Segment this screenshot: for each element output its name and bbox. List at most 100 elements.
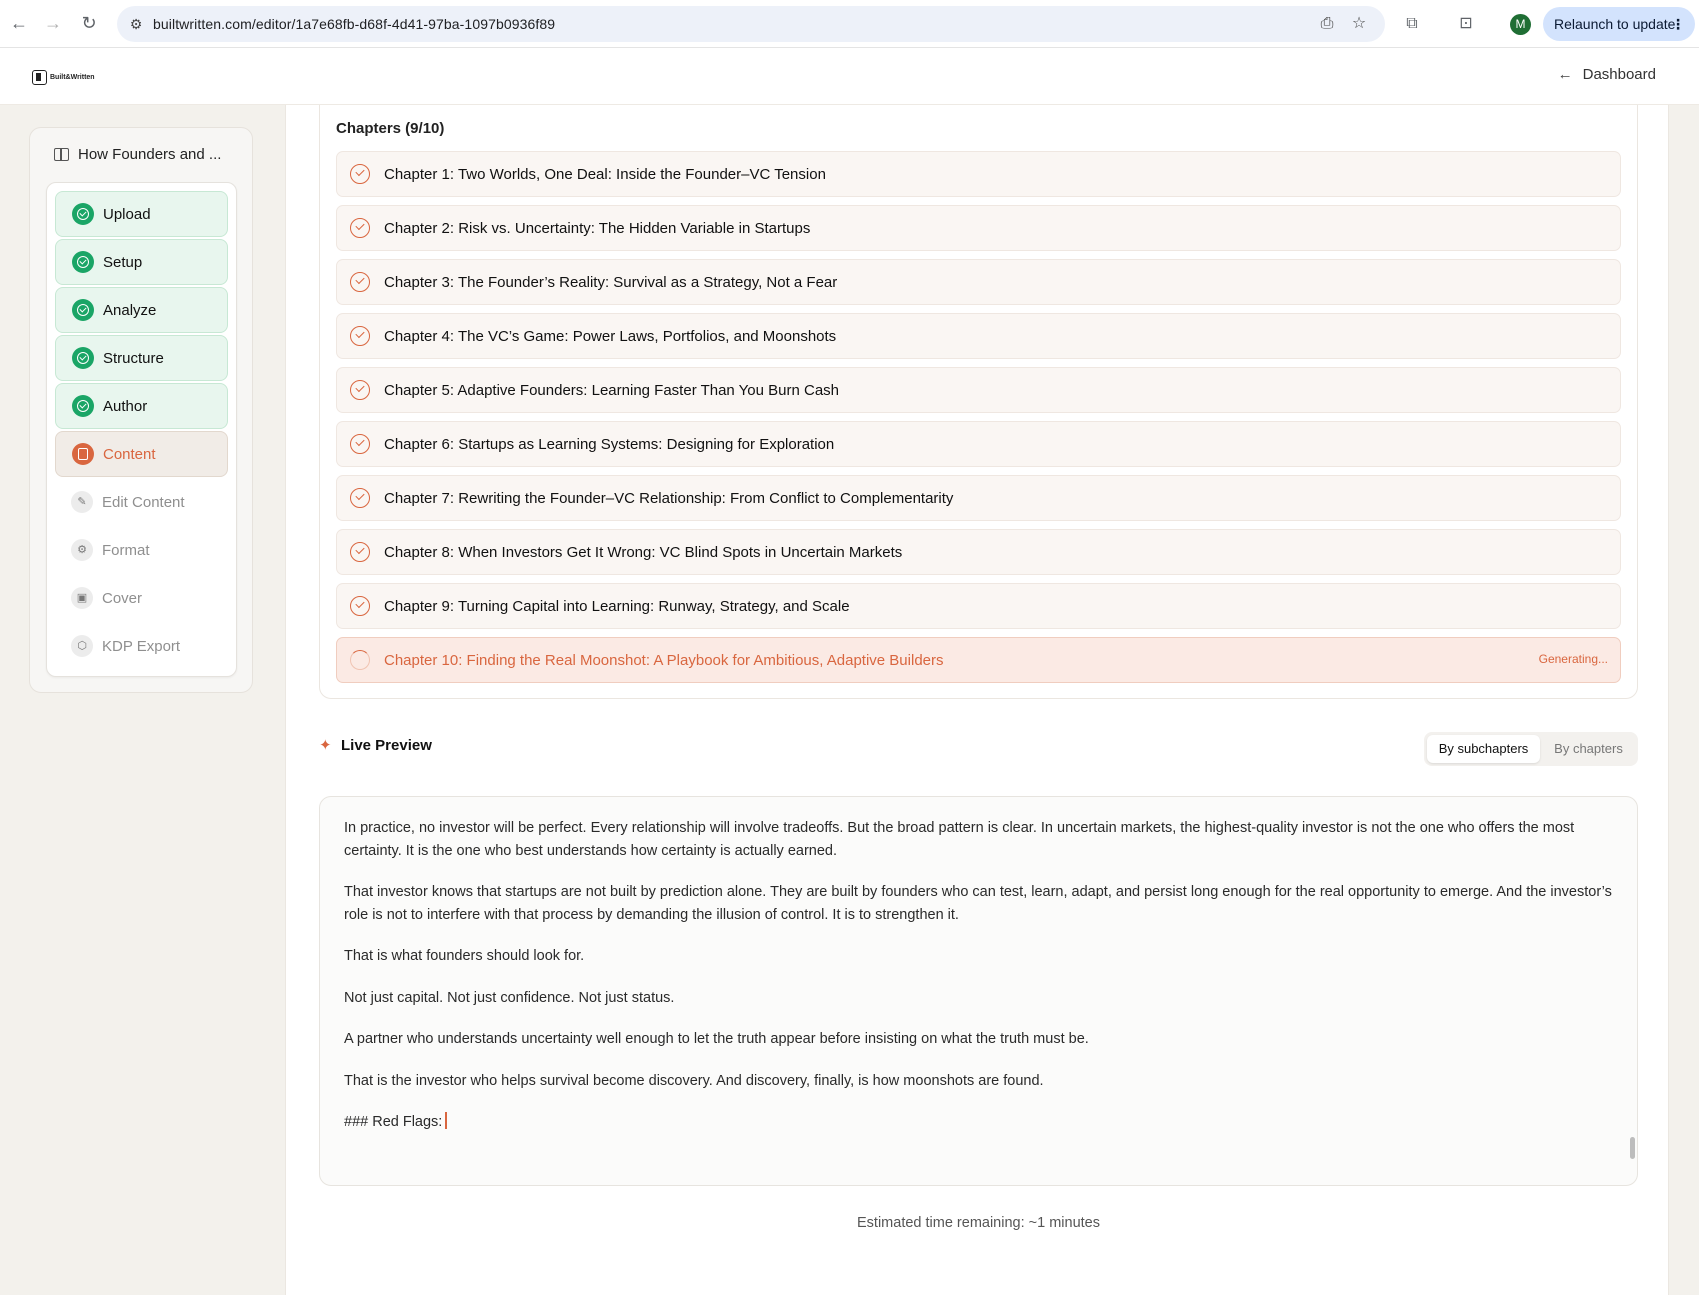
step-format[interactable]: ⚙ Format bbox=[55, 527, 228, 573]
preview-mode-toggle: By subchapters By chapters bbox=[1424, 732, 1638, 766]
chapter-label: Chapter 1: Two Worlds, One Deal: Inside … bbox=[384, 165, 826, 183]
dashboard-label: Dashboard bbox=[1582, 66, 1656, 83]
check-circle-icon bbox=[350, 164, 370, 184]
arrow-left-icon: ← bbox=[1557, 66, 1573, 83]
chapter-label: Chapter 2: Risk vs. Uncertainty: The Hid… bbox=[384, 219, 811, 237]
url-text[interactable]: builtwritten.com/editor/1a7e68fb-d68f-4d… bbox=[153, 16, 555, 32]
preview-heading-text: ### Red Flags: bbox=[344, 1114, 443, 1130]
check-circle-icon bbox=[72, 395, 94, 417]
browser-toolbar: ← → ↻ ⚙ builtwritten.com/editor/1a7e68fb… bbox=[0, 0, 1699, 48]
chapter-label: Chapter 4: The VC’s Game: Power Laws, Po… bbox=[384, 327, 837, 345]
bookmark-star-icon[interactable]: ☆ bbox=[1350, 15, 1368, 33]
step-edit-content[interactable]: ✎ Edit Content bbox=[55, 479, 228, 525]
app-logo[interactable]: Built&Written bbox=[32, 68, 95, 86]
check-circle-icon bbox=[350, 596, 370, 616]
check-circle-icon bbox=[350, 434, 370, 454]
package-icon: ⬡ bbox=[71, 635, 93, 657]
chapter-item[interactable]: Chapter 8: When Investors Get It Wrong: … bbox=[336, 529, 1621, 575]
menu-dots-icon[interactable]: ⋮ bbox=[1671, 7, 1685, 41]
check-circle-icon bbox=[350, 488, 370, 508]
step-upload[interactable]: Upload bbox=[55, 191, 228, 237]
sidebar: How Founders and ... Upload Setup Analyz… bbox=[29, 127, 253, 693]
tab-search-icon[interactable]: ⊡ bbox=[1455, 13, 1477, 35]
book-title: How Founders and ... bbox=[54, 146, 221, 163]
live-preview-title: Live Preview bbox=[341, 737, 432, 754]
check-circle-icon bbox=[72, 299, 94, 321]
step-kdp-export[interactable]: ⬡ KDP Export bbox=[55, 623, 228, 669]
step-structure[interactable]: Structure bbox=[55, 335, 228, 381]
relaunch-label: Relaunch to update bbox=[1554, 16, 1676, 32]
live-preview-heading: ✦ Live Preview bbox=[319, 737, 432, 754]
step-label: Analyze bbox=[103, 301, 157, 319]
preview-paragraph: Not just capital. Not just confidence. N… bbox=[344, 989, 675, 1006]
preview-paragraph: In practice, no investor will be perfect… bbox=[344, 820, 1575, 859]
site-settings-icon[interactable]: ⚙ bbox=[127, 15, 145, 33]
chapter-label: Chapter 5: Adaptive Founders: Learning F… bbox=[384, 381, 840, 399]
chapter-item-generating[interactable]: Chapter 10: Finding the Real Moonshot: A… bbox=[336, 637, 1621, 683]
step-label: Cover bbox=[102, 589, 143, 607]
step-analyze[interactable]: Analyze bbox=[55, 287, 228, 333]
chapter-label: Chapter 8: When Investors Get It Wrong: … bbox=[384, 543, 903, 561]
preview-paragraph: That is the investor who helps survival … bbox=[344, 1072, 1044, 1089]
sparkles-icon: ✦ bbox=[319, 737, 332, 754]
step-content[interactable]: Content bbox=[55, 431, 228, 477]
chapter-item[interactable]: Chapter 7: Rewriting the Founder–VC Rela… bbox=[336, 475, 1621, 521]
preview-paragraph: That is what founders should look for. bbox=[344, 948, 585, 964]
step-label: Format bbox=[102, 541, 150, 559]
check-circle-icon bbox=[72, 347, 94, 369]
chapter-item[interactable]: Chapter 5: Adaptive Founders: Learning F… bbox=[336, 367, 1621, 413]
check-circle-icon bbox=[350, 542, 370, 562]
extensions-icon[interactable]: ⧉ bbox=[1401, 13, 1423, 35]
install-icon[interactable]: ⎙ bbox=[1318, 15, 1336, 33]
typing-cursor bbox=[445, 1112, 448, 1129]
scrollbar-thumb[interactable] bbox=[1630, 1137, 1635, 1159]
chapter-label: Chapter 10: Finding the Real Moonshot: A… bbox=[384, 651, 944, 669]
chapter-item[interactable]: Chapter 6: Startups as Learning Systems:… bbox=[336, 421, 1621, 467]
dashboard-link[interactable]: ← Dashboard bbox=[1558, 66, 1656, 83]
chapter-label: Chapter 6: Startups as Learning Systems:… bbox=[384, 435, 835, 453]
step-cover[interactable]: ▣ Cover bbox=[55, 575, 228, 621]
forward-icon[interactable]: → bbox=[42, 12, 64, 34]
reload-icon[interactable]: ↻ bbox=[78, 12, 100, 34]
step-label: Structure bbox=[103, 349, 164, 367]
chapter-item[interactable]: Chapter 3: The Founder’s Reality: Surviv… bbox=[336, 259, 1621, 305]
profile-avatar[interactable]: M bbox=[1510, 14, 1531, 35]
edit-document-icon: ✎ bbox=[71, 491, 93, 513]
check-circle-icon bbox=[350, 218, 370, 238]
chapter-item[interactable]: Chapter 4: The VC’s Game: Power Laws, Po… bbox=[336, 313, 1621, 359]
step-setup[interactable]: Setup bbox=[55, 239, 228, 285]
address-bar[interactable]: ⚙ builtwritten.com/editor/1a7e68fb-d68f-… bbox=[117, 6, 1385, 42]
chapter-label: Chapter 9: Turning Capital into Learning… bbox=[384, 597, 850, 615]
step-label: Upload bbox=[103, 205, 151, 223]
chapter-label: Chapter 7: Rewriting the Founder–VC Rela… bbox=[384, 489, 954, 507]
book-icon bbox=[54, 148, 69, 161]
chapter-item[interactable]: Chapter 2: Risk vs. Uncertainty: The Hid… bbox=[336, 205, 1621, 251]
step-label: Setup bbox=[103, 253, 143, 271]
live-preview-content[interactable]: In practice, no investor will be perfect… bbox=[319, 796, 1638, 1186]
step-label: KDP Export bbox=[102, 637, 181, 655]
workflow-steps: Upload Setup Analyze Structure Author Co… bbox=[46, 182, 237, 677]
document-icon bbox=[72, 443, 94, 465]
gear-icon: ⚙ bbox=[71, 539, 93, 561]
chapter-item[interactable]: Chapter 9: Turning Capital into Learning… bbox=[336, 583, 1621, 629]
preview-paragraph: A partner who understands uncertainty we… bbox=[344, 1031, 1089, 1047]
preview-paragraph: That investor knows that startups are no… bbox=[344, 884, 1612, 923]
check-circle-icon bbox=[350, 380, 370, 400]
chapter-item[interactable]: Chapter 1: Two Worlds, One Deal: Inside … bbox=[336, 151, 1621, 197]
back-icon[interactable]: ← bbox=[8, 12, 30, 34]
by-chapters-button[interactable]: By chapters bbox=[1542, 735, 1635, 763]
by-subchapters-button[interactable]: By subchapters bbox=[1427, 735, 1540, 763]
spinner-icon bbox=[350, 650, 370, 670]
logo-text: Built&Written bbox=[50, 73, 95, 81]
check-circle-icon bbox=[72, 251, 94, 273]
book-title-text: How Founders and ... bbox=[78, 146, 222, 163]
step-label: Edit Content bbox=[102, 493, 185, 511]
preview-paragraph-last: ### Red Flags: bbox=[344, 1111, 1613, 1134]
step-author[interactable]: Author bbox=[55, 383, 228, 429]
check-circle-icon bbox=[350, 326, 370, 346]
chapter-label: Chapter 3: The Founder’s Reality: Surviv… bbox=[384, 273, 838, 291]
check-circle-icon bbox=[350, 272, 370, 292]
generating-status: Generating... bbox=[1538, 652, 1608, 666]
relaunch-button[interactable]: Relaunch to update ⋮ bbox=[1543, 7, 1695, 41]
step-label: Author bbox=[103, 397, 148, 415]
